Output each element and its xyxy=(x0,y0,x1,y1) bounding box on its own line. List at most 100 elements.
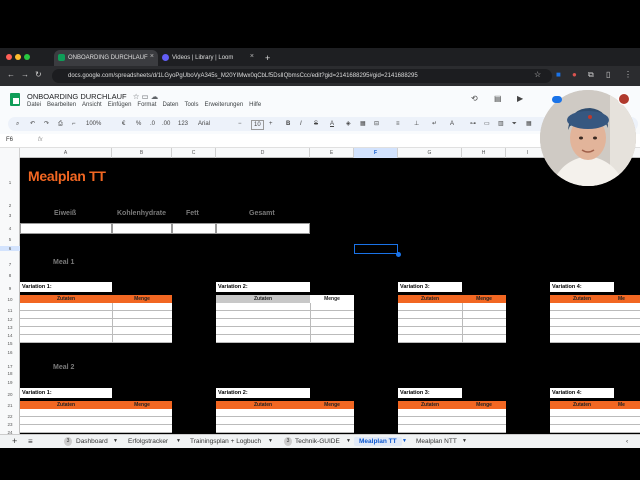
align-icon[interactable]: ≡ xyxy=(396,119,400,129)
sheet-tab-mealplan-tt-active[interactable]: Mealplan TT xyxy=(354,437,402,446)
sheets-logo-icon[interactable] xyxy=(10,93,20,106)
insert-comment-icon[interactable]: ▭ xyxy=(484,119,490,129)
table-row[interactable] xyxy=(216,417,354,425)
sheet-tab-mealplan-ntt[interactable]: Mealplan NTT xyxy=(416,437,457,446)
scroll-tabs-left-icon[interactable]: ‹ xyxy=(626,437,628,446)
font-size-input[interactable]: 10 xyxy=(251,120,264,130)
selected-cell-f6[interactable] xyxy=(354,244,398,254)
insert-link-icon[interactable]: ⊶ xyxy=(470,119,476,129)
chrome-menu-icon[interactable]: ⋮ xyxy=(624,70,632,80)
row-header[interactable]: 7 xyxy=(0,262,20,267)
row-header[interactable]: 13 xyxy=(0,325,20,330)
extension-icon[interactable]: ● xyxy=(572,70,577,80)
sheet-tab-erfolgstracker[interactable]: Erfolgstracker xyxy=(128,437,168,446)
close-tab-icon[interactable]: × xyxy=(150,53,154,60)
table-row[interactable] xyxy=(398,327,506,335)
bookmark-star-icon[interactable]: ☆ xyxy=(534,70,541,80)
table-row[interactable] xyxy=(216,327,354,335)
menu-tools[interactable]: Tools xyxy=(184,102,198,108)
row-header[interactable]: 12 xyxy=(0,317,20,322)
font-size-decrease-icon[interactable]: − xyxy=(238,119,242,129)
decrease-decimals-button[interactable]: .0 xyxy=(150,119,155,129)
table-row[interactable] xyxy=(216,303,354,311)
tab-onboarding[interactable]: ONBOARDING DURCHLAUF × xyxy=(54,50,158,66)
row-header[interactable]: 23 xyxy=(0,422,20,427)
filter-icon[interactable]: ⏷ xyxy=(512,119,517,129)
increase-decimals-button[interactable]: .00 xyxy=(162,119,170,129)
table-row[interactable] xyxy=(398,417,506,425)
column-header[interactable]: G xyxy=(398,148,462,158)
chevron-down-icon[interactable]: ▼ xyxy=(113,437,118,446)
table-row[interactable] xyxy=(216,319,354,327)
table-row[interactable] xyxy=(20,327,172,335)
row-header[interactable]: 5 xyxy=(0,237,20,242)
table-row[interactable] xyxy=(20,425,172,433)
column-header[interactable]: H xyxy=(462,148,506,158)
row-header[interactable]: 4 xyxy=(0,226,20,231)
reload-icon[interactable]: ↻ xyxy=(35,70,42,80)
back-icon[interactable]: ← xyxy=(7,70,15,80)
menu-ansicht[interactable]: Ansicht xyxy=(82,102,102,108)
menu-format[interactable]: Format xyxy=(137,102,156,108)
forward-icon[interactable]: → xyxy=(21,70,29,80)
extension-icon[interactable]: ■ xyxy=(556,70,561,80)
row-header[interactable]: 2 xyxy=(0,203,20,208)
table-row[interactable] xyxy=(398,425,506,433)
column-header[interactable]: C xyxy=(172,148,216,158)
table-row[interactable] xyxy=(216,335,354,343)
close-window-button[interactable] xyxy=(6,54,12,60)
document-title[interactable]: ONBOARDING DURCHLAUF ☆ ▭ ☁ xyxy=(27,92,158,101)
fill-color-icon[interactable]: ◈ xyxy=(346,119,351,129)
table-row[interactable] xyxy=(20,311,172,319)
redo-icon[interactable]: ↷ xyxy=(44,119,49,129)
comment-icon[interactable]: ▤ xyxy=(494,94,502,104)
table-row[interactable] xyxy=(398,319,506,327)
font-family-select[interactable]: Arial xyxy=(198,119,210,129)
menu-bearbeiten[interactable]: Bearbeiten xyxy=(47,102,76,108)
sheet-tab-dashboard[interactable]: Dashboard xyxy=(76,437,108,446)
menu-datei[interactable]: Datei xyxy=(27,102,41,108)
paint-format-icon[interactable]: ⌐ xyxy=(72,119,76,129)
vertical-align-icon[interactable]: ⊥ xyxy=(414,119,419,129)
chevron-down-icon[interactable]: ▼ xyxy=(268,437,273,446)
maximize-window-button[interactable] xyxy=(24,54,30,60)
row-header[interactable]: 22 xyxy=(0,414,20,419)
cell-gesamt-value[interactable] xyxy=(216,223,310,234)
chevron-down-icon[interactable]: ▼ xyxy=(402,437,407,446)
table-row[interactable] xyxy=(216,425,354,433)
print-icon[interactable]: ⎙ xyxy=(58,119,63,129)
row-header[interactable]: 17 xyxy=(0,364,20,369)
table-row[interactable] xyxy=(550,425,640,433)
new-tab-button[interactable]: + xyxy=(261,50,275,66)
row-header[interactable]: 18 xyxy=(0,371,20,376)
insert-chart-icon[interactable]: ▥ xyxy=(498,119,504,129)
add-sheet-button[interactable]: + xyxy=(12,437,17,446)
close-tab-icon[interactable]: × xyxy=(250,53,254,60)
tab-loom[interactable]: Videos | Library | Loom × xyxy=(158,50,258,66)
table-row[interactable] xyxy=(550,409,640,417)
cell-fett-value[interactable] xyxy=(172,223,216,234)
row-header[interactable]: 10 xyxy=(0,297,20,302)
menu-erweiterungen[interactable]: Erweiterungen xyxy=(204,102,243,108)
sidebar-icon[interactable]: ▯ xyxy=(606,70,610,80)
column-header-selected[interactable]: F xyxy=(354,148,398,158)
table-row[interactable] xyxy=(20,335,172,343)
column-header[interactable]: D xyxy=(216,148,310,158)
select-all-corner[interactable] xyxy=(0,148,20,158)
row-header[interactable]: 11 xyxy=(0,308,20,313)
text-wrap-icon[interactable]: ↵ xyxy=(432,119,437,129)
zoom-select[interactable]: 100% xyxy=(86,119,101,129)
sheet-tab-trainingsplan[interactable]: Trainingsplan + Logbuch xyxy=(190,437,261,446)
table-row[interactable] xyxy=(550,303,640,311)
bold-button[interactable]: B xyxy=(286,119,290,129)
row-header-selected[interactable]: 6 xyxy=(0,246,20,251)
meet-video-icon[interactable]: ▶ xyxy=(517,94,523,104)
table-row[interactable] xyxy=(20,409,172,417)
table-row[interactable] xyxy=(20,417,172,425)
table-row[interactable] xyxy=(550,319,640,327)
fill-handle[interactable] xyxy=(396,252,401,257)
chevron-down-icon[interactable]: ▼ xyxy=(176,437,181,446)
row-header[interactable]: 21 xyxy=(0,403,20,408)
row-header[interactable]: 9 xyxy=(0,286,20,291)
strikethrough-button[interactable]: S xyxy=(314,119,318,129)
